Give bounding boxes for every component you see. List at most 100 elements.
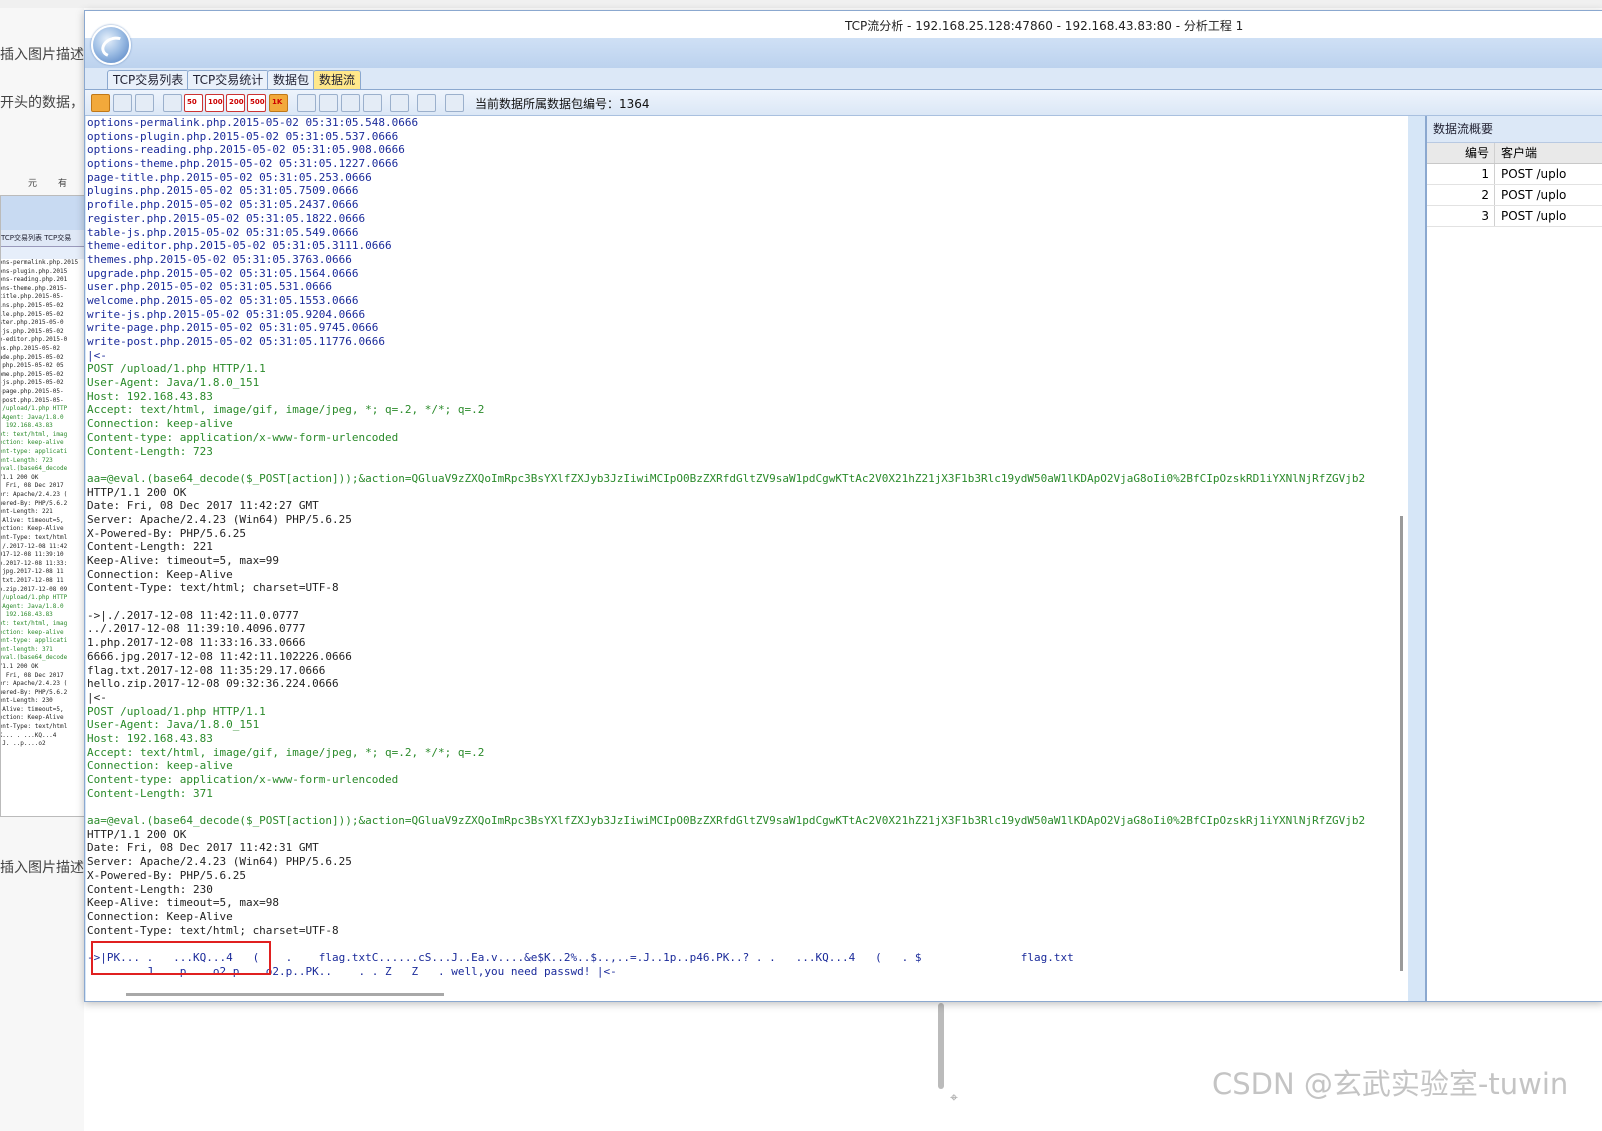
app-logo-icon[interactable] <box>91 25 131 65</box>
stream-line: theme-editor.php.2015-05-02 05:31:05.311… <box>87 239 392 253</box>
thumbnail-line: owered-By: PHP/5.6.2 <box>0 499 68 507</box>
stream-line: User-Agent: Java/1.8.0_151 <box>87 376 260 390</box>
window-titlebar[interactable]: TCP流分析 - 192.168.25.128:47860 - 192.168.… <box>85 11 1602 38</box>
limit-500-button[interactable]: 500 <box>247 94 266 112</box>
limit-200-button[interactable]: 200 <box>226 94 245 112</box>
hex-view-icon[interactable] <box>390 94 409 112</box>
thumbnail-line: . J. ..p....o2 <box>0 740 46 748</box>
stream-line: Content-Length: 371 <box>87 786 213 800</box>
stream-content-pane[interactable]: options-permalink.php.2015-05-02 05:31:0… <box>86 116 1408 1001</box>
stream-line: options-plugin.php.2015-05-02 05:31:05.5… <box>87 129 399 143</box>
thumbnail-line: nection: keep-alive <box>0 439 64 447</box>
thumbnail-line: ions-permalink.php.2015 <box>0 259 79 266</box>
thumbnail-line: |./.2017-12-08 11:42 <box>0 542 68 550</box>
thumbnail-line: ept: text/html, imag <box>0 430 68 438</box>
stream-line: Connection: Keep-Alive <box>87 567 233 581</box>
stream-line: HTTP/1.1 200 OK <box>87 827 187 841</box>
stream-line: plugins.php.2015-05-02 05:31:05.7509.066… <box>87 184 359 198</box>
stream-line: 1.php.2017-12-08 11:33:16.33.0666 <box>87 636 306 650</box>
vertical-scrollbar[interactable] <box>1400 516 1403 971</box>
ascii-encoding-icon[interactable] <box>319 94 338 112</box>
column-client[interactable]: 客户端 <box>1501 143 1537 163</box>
stream-line: Content-type: application/x-www-form-url… <box>87 773 399 786</box>
stream-line: ../.2017-12-08 11:39:10.4096.0777 <box>87 622 306 636</box>
thumbnail-line: t: 192.168.43.83 <box>0 611 53 619</box>
thumbnail-line: rade.php.2015-05-02 <box>0 353 64 361</box>
thumbnail-line: tent-Type: text/html <box>0 534 68 541</box>
thumbnail-header <box>1 196 87 230</box>
stream-line: table-js.php.2015-05-02 05:31:05.549.066… <box>87 225 359 239</box>
options-dropdown-icon[interactable] <box>445 94 464 112</box>
thumbnail-line: -title.php.2015-05- <box>0 293 64 301</box>
stream-line: options-theme.php.2015-05-02 05:31:05.12… <box>87 157 399 171</box>
background-text: 开头的数据， <box>0 95 84 111</box>
stream-line: Server: Apache/2.4.23 (Win64) PHP/5.6.25 <box>87 855 352 869</box>
stream-line: flag.txt.2017-12-08 11:35:29.17.0666 <box>87 663 326 677</box>
table-row[interactable]: 1 POST /uplo <box>1427 164 1602 185</box>
server-stream-icon[interactable] <box>135 94 154 112</box>
stream-line <box>87 595 1407 609</box>
table-row[interactable]: 3 POST /uplo <box>1427 206 1602 227</box>
refresh-icon[interactable] <box>163 94 182 112</box>
stream-line: Connection: Keep-Alive <box>87 909 233 923</box>
thumbnail-line: 2017-12-08 11:39:10 <box>0 551 64 559</box>
thumbnail-line: p-Alive: timeout=5, <box>0 705 64 713</box>
column-number[interactable]: 编号 <box>1427 143 1495 163</box>
stream-line: Accept: text/html, image/gif, image/jpeg… <box>87 403 485 417</box>
summary-title: 数据流概要 <box>1427 116 1602 143</box>
stream-line: register.php.2015-05-02 05:31:05.1822.06… <box>87 211 366 225</box>
background-text: 插入图片描述 <box>0 860 84 876</box>
stream-line: write-js.php.2015-05-02 05:31:05.9204.06… <box>87 307 366 321</box>
tab-packets[interactable]: 数据包 <box>267 70 316 89</box>
stream-line: hello.zip.2017-12-08 09:32:36.224.0666 <box>87 677 339 691</box>
stream-line: Content-Type: text/html; charset=UTF-8 <box>87 581 339 595</box>
thumbnail-line: ions-theme.php.2015- <box>0 284 68 292</box>
limit-100-button[interactable]: 100 <box>205 94 224 112</box>
thumbnail-line: tent-Length: 723 <box>0 456 53 464</box>
background-scrollbar[interactable] <box>938 1003 944 1089</box>
thumbnail-line: e: Fri, 08 Dec 2017 <box>0 482 64 490</box>
thumbnail-line: ions-reading.php.201 <box>0 276 68 284</box>
thumbnail-line: e-page.php.2015-05- <box>0 387 64 395</box>
table-row[interactable]: 2 POST /uplo <box>1427 185 1602 206</box>
toolbar: 50 100 200 500 1K 当前数据所属数据包编号：1364 <box>85 90 1602 116</box>
stream-summary-panel: 数据流概要 编号 客户端 1 POST /uplo 2 POST /uplo 3… <box>1425 116 1602 1001</box>
export-icon[interactable] <box>417 94 436 112</box>
thumbnail-line: ions-plugin.php.2015 <box>0 267 68 275</box>
thumbnail-toolbar <box>1 247 87 259</box>
watermark: CSDN @玄武实验室-tuwin <box>1212 1067 1569 1101</box>
stream-line: Content-Length: 230 <box>87 882 213 896</box>
utf8-encoding-icon[interactable] <box>363 94 382 112</box>
stream-line: Keep-Alive: timeout=5, max=98 <box>87 896 280 910</box>
tab-tcp-transaction-list[interactable]: TCP交易列表 <box>107 70 190 89</box>
thumbnail-stream-text: ions-permalink.php.2015 ions-plugin.php.2… <box>1 259 87 749</box>
window-title: TCP流分析 - 192.168.25.128:47860 - 192.168.… <box>845 19 1244 33</box>
thumbnail-line: g.txt.2017-12-08 11 <box>0 576 64 584</box>
ebcdic-encoding-icon[interactable] <box>341 94 360 112</box>
merge-stream-icon[interactable] <box>91 94 110 112</box>
horizontal-scrollbar[interactable] <box>126 993 444 996</box>
row-number: 2 <box>1427 185 1495 205</box>
thumbnail-line: ver: Apache/2.4.23 ( <box>0 680 68 688</box>
ansi-encoding-icon[interactable] <box>297 94 316 112</box>
thumbnail-line: tent-Length: 230 <box>0 697 53 705</box>
client-stream-icon[interactable] <box>113 94 132 112</box>
summary-column-header: 编号 客户端 <box>1427 143 1602 164</box>
thumbnail-line: ister.php.2015-05-0 <box>0 319 64 327</box>
background-text: 插入图片描述 <box>0 47 84 63</box>
limit-1k-button[interactable]: 1K <box>269 94 288 112</box>
thumbnail-line: tent-length: 371 <box>0 645 53 653</box>
tab-data-stream[interactable]: 数据流 <box>313 70 362 89</box>
tab-tcp-transaction-stats[interactable]: TCP交易统计 <box>187 70 270 89</box>
thumbnail-line: hp.2017-12-08 11:33: <box>0 559 68 567</box>
ribbon-bar <box>85 38 1602 68</box>
stream-text[interactable]: options-permalink.php.2015-05-02 05:31:0… <box>87 116 1407 978</box>
stream-line: POST /upload/1.php HTTP/1.1 <box>87 704 266 718</box>
thumbnail-line: P/1.1 200 OK <box>1 662 39 670</box>
row-client: POST /uplo <box>1501 167 1567 181</box>
thumbnail-line: nection: Keep-Alive <box>0 525 64 533</box>
limit-50-button[interactable]: 50 <box>184 94 203 112</box>
stream-line: options-reading.php.2015-05-02 05:31:05.… <box>87 143 405 157</box>
thumbnail-line: P/1.1 200 OK <box>1 473 39 481</box>
thumbnail-tab: TCP交易 <box>44 234 72 242</box>
